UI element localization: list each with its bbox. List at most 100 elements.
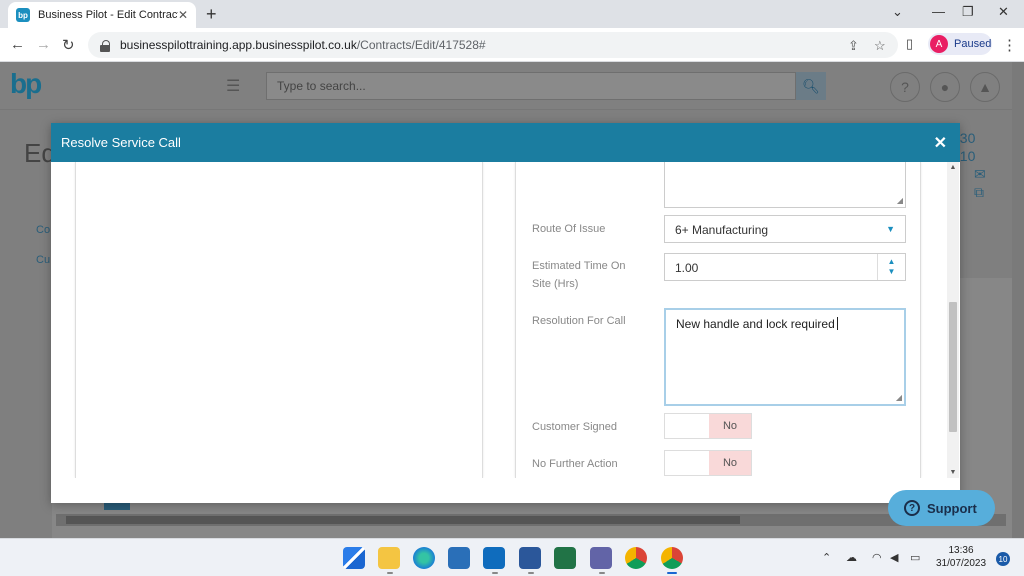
modal-scrollbar[interactable]: ▲ ▼ <box>947 162 959 478</box>
windows-start-icon[interactable] <box>343 547 365 569</box>
tray-chevron-icon[interactable]: ⌃ <box>822 551 831 564</box>
store-icon[interactable] <box>448 547 470 569</box>
toggle-no-side[interactable]: No <box>709 451 751 475</box>
app-search-input[interactable]: Type to search... <box>266 72 796 100</box>
modal-body: ◢ Route Of Issue 6+ Manufacturing ▼ Esti… <box>51 162 960 478</box>
page-scrollbar[interactable] <box>1012 62 1024 538</box>
resolution-textarea[interactable]: New handle and lock required ◢ <box>664 308 906 406</box>
excel-icon[interactable] <box>554 547 576 569</box>
support-label: Support <box>927 500 977 516</box>
bg-link-1[interactable]: Co <box>36 224 50 236</box>
browser-menu-icon[interactable]: ⋮ <box>1002 36 1017 54</box>
route-select[interactable]: 6+ Manufacturing ▼ <box>664 215 906 243</box>
side-panel-icon[interactable]: ▯ <box>906 36 913 52</box>
email-icon[interactable]: ✉ <box>974 166 986 183</box>
time-input[interactable]: 1.00 ▲ ▼ <box>664 253 906 281</box>
resolution-label: Resolution For Call <box>532 315 626 327</box>
browser-tabstrip: bp Business Pilot - Edit Contract ✕ + ⌄ … <box>0 0 1024 28</box>
resize-grip-icon[interactable]: ◢ <box>897 196 903 205</box>
resize-grip-icon[interactable]: ◢ <box>896 393 902 402</box>
word-icon[interactable] <box>519 547 541 569</box>
system-clock[interactable]: 13:36 31/07/2023 <box>936 544 986 570</box>
left-column <box>75 162 483 478</box>
wifi-icon[interactable]: ◠ <box>872 551 882 564</box>
new-tab-icon[interactable]: + <box>206 4 217 25</box>
back-icon[interactable]: ← <box>10 36 25 53</box>
scroll-up-icon[interactable]: ▲ <box>947 164 959 171</box>
notification-badge[interactable]: 10 <box>996 552 1010 566</box>
notes-textarea[interactable]: ◢ <box>664 162 906 208</box>
app-logo[interactable]: bp <box>10 68 42 100</box>
search-icon[interactable]: 🔍︎ <box>796 72 826 100</box>
tab-close-icon[interactable]: ✕ <box>178 8 188 22</box>
time-label-line1: Estimated Time On <box>532 260 626 272</box>
running-indicator <box>528 572 534 574</box>
scroll-down-icon[interactable]: ▼ <box>947 469 959 476</box>
toggle-no-side[interactable]: No <box>709 414 751 438</box>
address-bar[interactable]: businesspilottraining.app.businesspilot.… <box>88 32 898 58</box>
modal-title: Resolve Service Call <box>61 135 181 150</box>
bell-icon[interactable]: ▲ <box>970 72 1000 102</box>
url-path: /Contracts/Edit/417528# <box>356 38 486 52</box>
toggle-yes-side[interactable] <box>665 414 709 438</box>
support-button[interactable]: ? Support <box>888 490 995 526</box>
outlook-icon[interactable] <box>483 547 505 569</box>
chrome-profile-icon[interactable] <box>661 547 683 569</box>
minimize-icon[interactable]: — <box>932 4 945 19</box>
user-icon[interactable]: ● <box>930 72 960 102</box>
forward-icon[interactable]: → <box>36 36 51 53</box>
dropdown-arrow-icon: ▼ <box>886 224 895 234</box>
tab-search-chevron-icon[interactable]: ⌄ <box>892 4 903 20</box>
volume-icon[interactable]: ◀︎ <box>890 551 898 564</box>
restore-icon[interactable]: ❐ <box>962 4 974 20</box>
reload-icon[interactable]: ↻ <box>62 36 75 54</box>
bg-tab-indicator <box>104 502 130 510</box>
profile-button[interactable]: A Paused <box>928 33 992 55</box>
customer-signed-label: Customer Signed <box>532 421 617 433</box>
toggle-yes-side[interactable] <box>665 451 709 475</box>
edge-icon[interactable] <box>413 547 435 569</box>
bookmark-star-icon[interactable]: ☆ <box>874 38 886 54</box>
clock-date: 31/07/2023 <box>936 558 987 569</box>
no-further-action-label: No Further Action <box>532 458 618 470</box>
windows-taskbar: ⌃ ☁ ◠ ◀︎ ▭ 13:36 31/07/2023 10 <box>0 538 1024 576</box>
time-label-line2: Site (Hrs) <box>532 278 579 290</box>
customer-signed-toggle[interactable]: No <box>664 413 752 439</box>
avatar: A <box>930 35 948 53</box>
hamburger-icon[interactable]: ☰ <box>226 76 240 96</box>
close-icon[interactable]: ✕ <box>934 133 947 153</box>
time-value: 1.00 <box>675 261 699 275</box>
share-icon[interactable]: ⇪ <box>848 38 859 54</box>
clock-time: 13:36 <box>948 545 974 556</box>
bg-scroll-thumb[interactable] <box>66 516 740 524</box>
right-column: ◢ Route Of Issue 6+ Manufacturing ▼ Esti… <box>515 162 921 478</box>
app-header: bp ☰ Type to search... 🔍︎ ? ● ▲ <box>0 62 1024 110</box>
running-indicator <box>387 572 393 574</box>
help-icon[interactable]: ? <box>890 72 920 102</box>
resolution-value: New handle and lock required <box>676 317 835 331</box>
tab-title: Business Pilot - Edit Contract <box>38 9 178 21</box>
running-indicator <box>599 572 605 574</box>
close-window-icon[interactable]: ✕ <box>998 4 1009 20</box>
browser-tab[interactable]: bp Business Pilot - Edit Contract ✕ <box>8 2 196 28</box>
battery-icon[interactable]: ▭ <box>910 551 920 564</box>
copy-icon[interactable]: ⧉ <box>974 184 984 201</box>
modal-scroll-thumb[interactable] <box>949 302 957 432</box>
lock-icon <box>100 39 110 52</box>
bg-link-2[interactable]: Cu <box>36 254 50 266</box>
file-explorer-icon[interactable] <box>378 547 400 569</box>
no-further-action-toggle[interactable]: No <box>664 450 752 476</box>
teams-icon[interactable] <box>590 547 612 569</box>
route-label: Route Of Issue <box>532 223 606 235</box>
spinner-down-icon[interactable]: ▼ <box>888 267 896 277</box>
cloud-icon[interactable]: ☁ <box>846 551 857 564</box>
url-host: businesspilottraining.app.businesspilot.… <box>120 38 357 52</box>
profile-status: Paused <box>954 38 992 50</box>
chrome-icon[interactable] <box>625 547 647 569</box>
modal-header: Resolve Service Call ✕ <box>51 123 960 162</box>
active-indicator <box>667 572 677 574</box>
number-spinner[interactable]: ▲ ▼ <box>877 254 905 280</box>
help-circle-icon: ? <box>904 500 920 516</box>
resolve-modal: Resolve Service Call ✕ ◢ Route Of Issue … <box>51 123 960 503</box>
spinner-up-icon[interactable]: ▲ <box>888 257 896 267</box>
